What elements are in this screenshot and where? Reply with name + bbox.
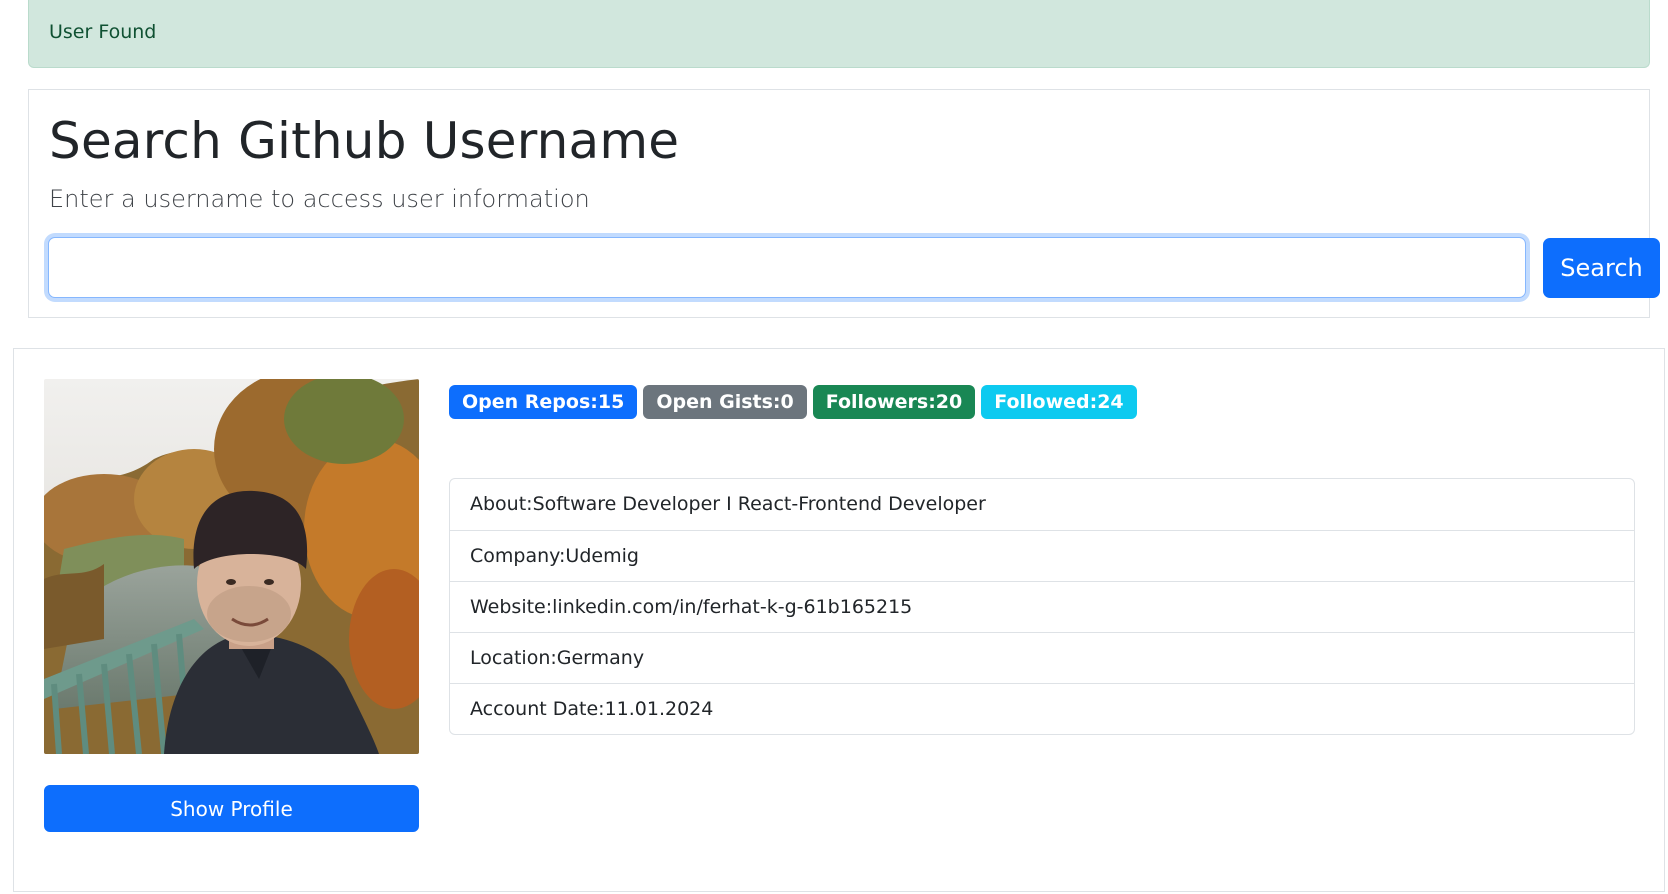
profile-card: Show Profile Open Repos:15 Open Gists:0 … [13,348,1665,892]
show-profile-button[interactable]: Show Profile [44,785,419,832]
open-gists-badge: Open Gists:0 [643,385,807,419]
user-details-list: About:Software Developer I React-Fronten… [449,478,1635,735]
page-title: Search Github Username [49,112,680,170]
detail-account-date: Account Date:11.01.2024 [450,683,1634,734]
detail-website: Website:linkedin.com/in/ferhat-k-g-61b16… [450,581,1634,632]
search-button[interactable]: Search [1543,238,1660,298]
stats-badges: Open Repos:15 Open Gists:0 Followers:20 … [449,385,1137,419]
alert-user-found: User Found [28,0,1650,68]
detail-about: About:Software Developer I React-Fronten… [470,493,986,515]
detail-company: Company:Udemig [450,530,1634,581]
detail-location: Location:Germany [450,632,1634,683]
open-repos-badge: Open Repos:15 [449,385,638,419]
username-search-input[interactable] [48,237,1526,298]
followers-badge: Followers:20 [812,385,976,419]
followed-badge: Followed:24 [981,385,1137,419]
page-subtitle: Enter a username to access user informat… [49,185,590,213]
avatar [44,379,419,754]
search-card: Search Github Username Enter a username … [28,89,1660,318]
